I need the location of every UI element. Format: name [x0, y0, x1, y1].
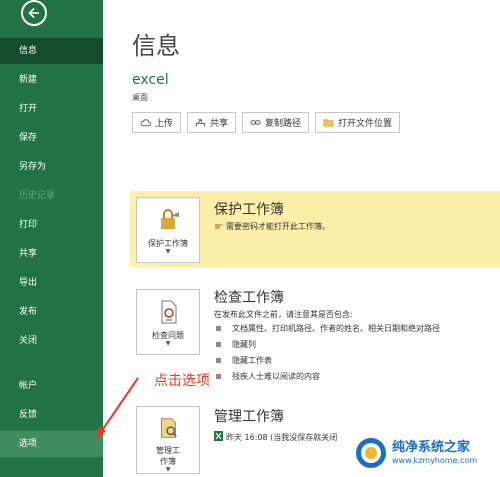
info-pane: 信息 excel 桌面 上传 共享 复制路径 打开文件位置 保护工作簿 ▼ 保护…	[103, 0, 500, 477]
page-title: 信息	[132, 32, 180, 60]
manage-button-label: 管理工 作簿	[156, 446, 180, 466]
cloud-upload-icon	[140, 119, 151, 127]
upload-label: 上传	[155, 119, 174, 129]
sidebar-item-export[interactable]: 导出	[0, 270, 103, 296]
file-name: excel	[132, 72, 169, 88]
protect-title: 保护工作簿	[214, 202, 284, 218]
copy-path-button[interactable]: 复制路径	[242, 112, 310, 133]
manage-workbook-button[interactable]: 管理工 作簿 ▼	[136, 406, 200, 474]
manage-desc: 昨天 16:08 (当我没保存就关闭	[214, 431, 337, 443]
file-path: 桌面	[132, 93, 148, 102]
sidebar-item-new[interactable]: 新建	[0, 67, 103, 93]
sidebar-item-info[interactable]: 信息	[0, 38, 103, 64]
share-label: 共享	[210, 119, 229, 129]
sidebar-item-account[interactable]: 帐户	[0, 373, 103, 399]
sidebar-item-publish[interactable]: 发布	[0, 299, 103, 325]
sidebar-item-close[interactable]: 关闭	[0, 328, 103, 354]
chevron-down-icon: ▼	[165, 466, 171, 473]
protect-desc: 需要密码才能打开此工作簿。	[214, 221, 330, 232]
sidebar-item-save-as[interactable]: 另存为	[0, 154, 103, 180]
protect-workbook-button[interactable]: 保护工作簿 ▼	[136, 197, 200, 263]
watermark-url: www.kzmyhome.com	[392, 456, 478, 465]
list-item: 隐藏工作表	[214, 353, 440, 369]
sidebar-item-share[interactable]: 共享	[0, 241, 103, 267]
watermark: 纯净系统之家 www.kzmyhome.com	[354, 434, 498, 474]
watermark-logo-icon	[356, 438, 386, 468]
link-icon	[250, 120, 261, 125]
lock-key-icon	[161, 209, 179, 229]
share-icon	[195, 119, 206, 127]
list-item: 残疾人士难以阅读的内容	[214, 369, 440, 385]
sidebar-item-options[interactable]: 选项	[0, 431, 103, 457]
sidebar-item-print[interactable]: 打印	[0, 212, 103, 238]
sidebar-item-history: 历史记录	[19, 191, 56, 201]
inspect-document-icon	[161, 300, 177, 324]
excel-file-icon	[214, 431, 223, 441]
sidebar-item-save[interactable]: 保存	[0, 125, 103, 151]
inspect-desc: 在发布此文件之前，请注意其是否包含:	[214, 310, 353, 319]
watermark-name: 纯净系统之家	[392, 440, 471, 455]
inspect-issues-button[interactable]: 检查问题 ▼	[136, 289, 200, 355]
backstage-sidebar: 信息 新建 打开 保存 另存为 历史记录 打印 共享 导出 发布 关闭 帐户 反…	[0, 0, 103, 477]
inspect-bullets: 文档属性、打印机路径、作者的姓名、相关日期和绝对路径 隐藏列 隐藏工作表 残疾人…	[214, 321, 440, 385]
annotation-text: 点击选项	[154, 373, 210, 389]
back-arrow-icon[interactable]	[21, 0, 47, 26]
sidebar-item-feedback[interactable]: 反馈	[0, 402, 103, 428]
open-file-location-label: 打开文件位置	[338, 119, 393, 129]
inspect-title: 检查工作簿	[214, 290, 284, 306]
folder-icon	[323, 119, 334, 127]
key-icon	[215, 224, 223, 229]
copy-path-label: 复制路径	[265, 119, 302, 129]
manage-document-icon	[161, 418, 177, 438]
list-item: 文档属性、打印机路径、作者的姓名、相关日期和绝对路径	[214, 321, 440, 337]
upload-button[interactable]: 上传	[132, 112, 182, 133]
open-file-location-button[interactable]: 打开文件位置	[315, 112, 401, 133]
chevron-down-icon: ▼	[165, 340, 171, 347]
share-button[interactable]: 共享	[187, 112, 237, 133]
sidebar-item-open[interactable]: 打开	[0, 96, 103, 122]
protect-workbook-section: 保护工作簿 ▼ 保护工作簿 需要密码才能打开此工作簿。	[130, 191, 500, 267]
manage-title: 管理工作簿	[214, 409, 284, 425]
file-actions: 上传 共享 复制路径 打开文件位置	[132, 112, 401, 133]
chevron-down-icon: ▼	[165, 248, 171, 255]
list-item: 隐藏列	[214, 337, 440, 353]
